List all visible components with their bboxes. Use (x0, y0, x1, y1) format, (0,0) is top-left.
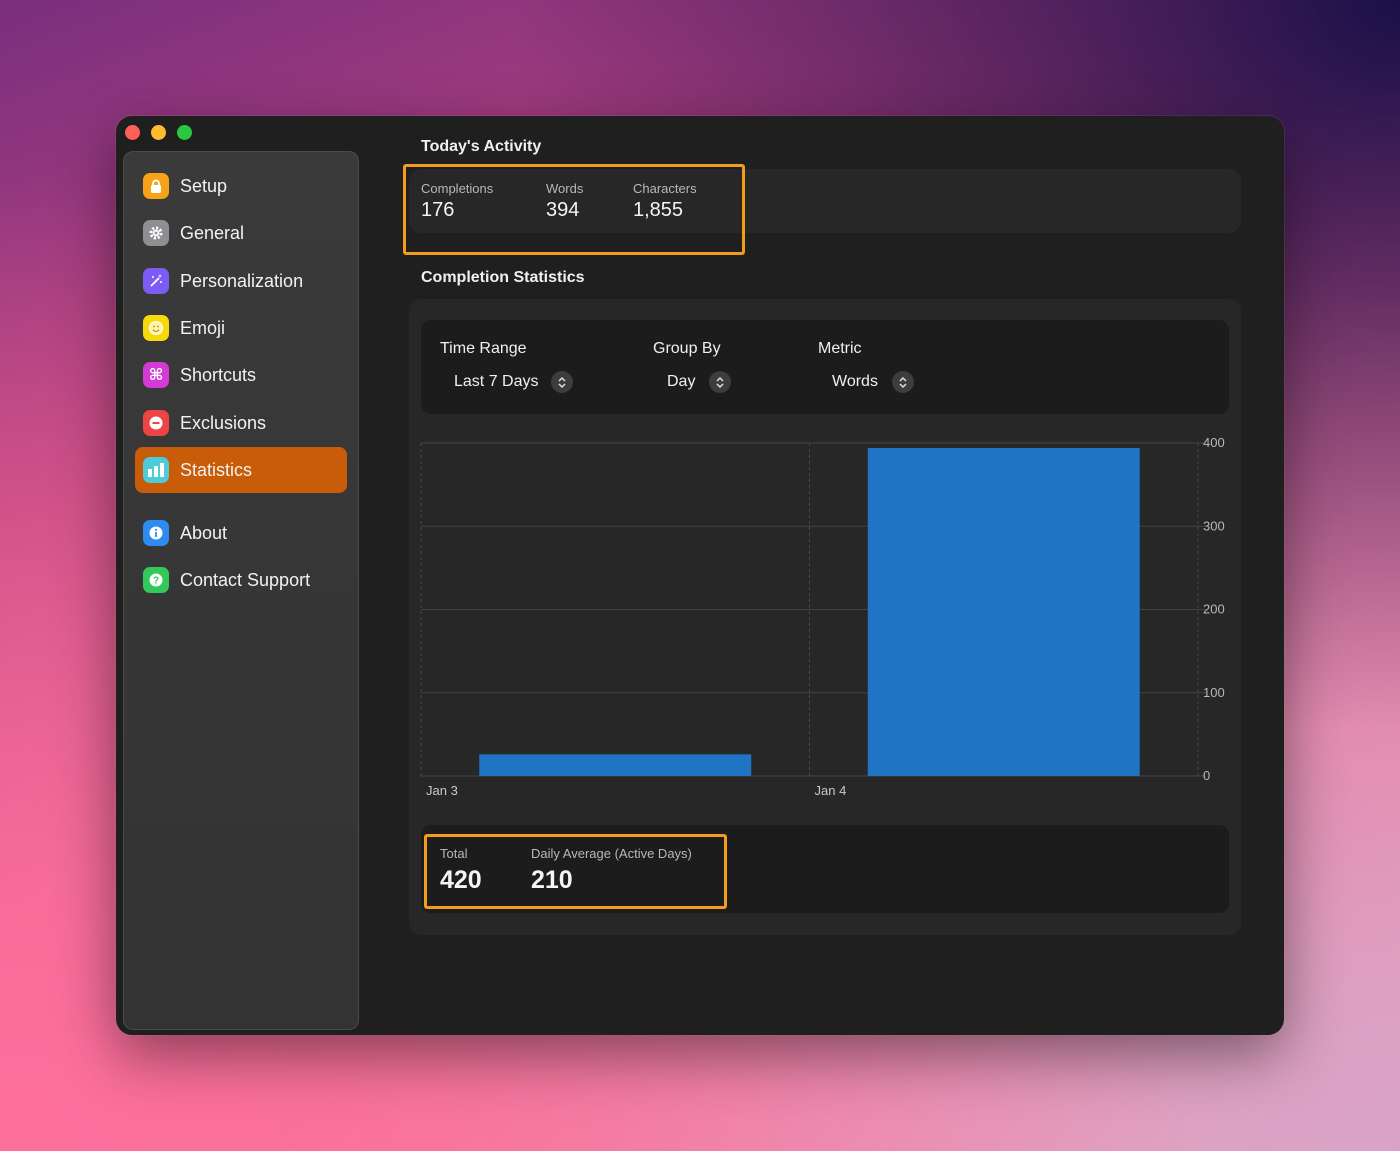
sidebar-item-label: General (180, 222, 245, 243)
chevron-up-down-icon (899, 376, 907, 388)
smiley-icon (143, 315, 169, 341)
total-value: 420 (440, 866, 482, 894)
sidebar-item-shortcuts[interactable]: ⌘ Shortcuts (135, 352, 347, 398)
sidebar-item-setup[interactable]: Setup (135, 163, 347, 209)
chevron-up-down-icon (558, 376, 566, 388)
sidebar-item-label: Contact Support (180, 569, 311, 590)
group-by-label: Group By (653, 340, 721, 357)
window-controls (125, 125, 192, 140)
sidebar-item-label: Exclusions (180, 412, 267, 433)
daily-average-label: Daily Average (Active Days) (531, 846, 692, 861)
minimize-window-button[interactable] (151, 125, 166, 140)
metric-stepper[interactable] (892, 371, 914, 393)
time-range-stepper[interactable] (551, 371, 573, 393)
sidebar-item-contact-support[interactable]: ? Contact Support (135, 557, 347, 603)
magic-wand-icon (143, 268, 169, 294)
lock-icon (143, 173, 169, 199)
gear-icon (143, 220, 169, 246)
sidebar-item-label: Statistics (180, 459, 253, 480)
completions-label: Completions (421, 181, 494, 196)
bar-jan-3 (479, 754, 752, 776)
y-tick-label: 400 (1203, 435, 1225, 450)
metric-select[interactable]: Words (832, 373, 878, 391)
words-value: 394 (546, 199, 580, 221)
group-by-select[interactable]: Day (667, 373, 695, 391)
sidebar-item-label: Shortcuts (180, 364, 257, 385)
words-label: Words (546, 181, 584, 196)
time-range-label: Time Range (440, 340, 527, 357)
sidebar-item-exclusions[interactable]: Exclusions (135, 400, 347, 446)
zoom-window-button[interactable] (177, 125, 192, 140)
total-label: Total (440, 846, 468, 861)
svg-text:?: ? (153, 576, 159, 587)
y-tick-label: 100 (1203, 685, 1225, 700)
sidebar: Setup General Personalization Emoji ⌘ Sh… (123, 151, 359, 1030)
bar-jan-4 (867, 447, 1140, 776)
app-window: Setup General Personalization Emoji ⌘ Sh… (116, 116, 1284, 1035)
sidebar-item-label: Emoji (180, 317, 226, 338)
sidebar-item-label: About (180, 522, 228, 543)
characters-label: Characters (633, 181, 697, 196)
group-by-stepper[interactable] (709, 371, 731, 393)
sidebar-item-about[interactable]: About (135, 510, 347, 556)
controls-panel (421, 320, 1229, 414)
daily-average-value: 210 (531, 866, 573, 894)
sidebar-item-general[interactable]: General (135, 210, 347, 256)
minus-circle-icon (143, 410, 169, 436)
completions-value: 176 (421, 199, 455, 221)
x-tick-label: Jan 3 (426, 783, 458, 798)
characters-value: 1,855 (633, 199, 684, 221)
y-tick-label: 200 (1203, 602, 1225, 617)
command-icon: ⌘ (143, 362, 169, 388)
words-bar-chart: 0 100 200 300 400 Jan 3 Jan 4 (420, 435, 1225, 798)
sidebar-item-personalization[interactable]: Personalization (135, 258, 347, 304)
y-tick-label: 300 (1203, 518, 1225, 533)
time-range-select[interactable]: Last 7 Days (454, 373, 538, 391)
sidebar-item-statistics[interactable]: Statistics (135, 447, 347, 493)
bar-chart-icon (143, 457, 169, 483)
sidebar-item-label: Setup (180, 175, 228, 196)
completion-statistics-title: Completion Statistics (421, 269, 585, 286)
todays-activity-title: Today's Activity (421, 138, 542, 155)
info-icon (143, 520, 169, 546)
metric-label: Metric (818, 340, 862, 357)
chevron-up-down-icon (716, 376, 724, 388)
sidebar-item-label: Personalization (180, 270, 304, 291)
sidebar-item-emoji[interactable]: Emoji (135, 305, 347, 351)
y-tick-label: 0 (1203, 768, 1210, 783)
x-tick-label: Jan 4 (815, 783, 847, 798)
close-window-button[interactable] (125, 125, 140, 140)
question-icon: ? (143, 567, 169, 593)
